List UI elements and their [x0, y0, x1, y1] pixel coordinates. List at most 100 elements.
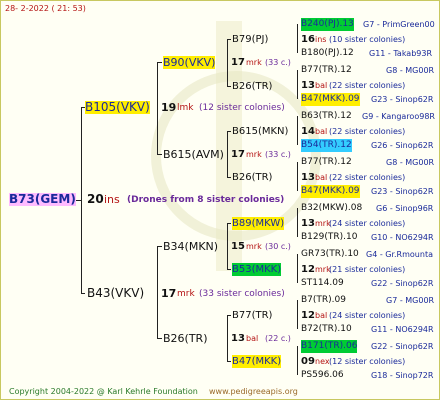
connector	[157, 62, 162, 63]
gen3-node[interactable]: B53(MKK)	[232, 263, 282, 276]
gen3-unit: bal	[315, 173, 328, 182]
gen3-node[interactable]: B77(TR)	[232, 309, 272, 322]
gen4-node[interactable]: B32(MKW).08	[301, 202, 362, 215]
gen1-note: (33 sister colonies)	[199, 289, 285, 299]
connector	[227, 223, 228, 269]
gen2-node[interactable]: B34(MKN)	[163, 240, 218, 253]
root-node[interactable]: B73(GEM)	[9, 193, 76, 206]
gen4-line: G6 - Sinop96R	[376, 204, 434, 213]
gen2-count: 17	[231, 149, 245, 160]
copyright: Copyright 2004-2022 @ Karl Kehrle Founda…	[9, 387, 198, 396]
connector	[297, 162, 298, 191]
connector	[297, 300, 298, 329]
gen3-note: (21 sister colonies)	[329, 265, 406, 274]
gen2-node[interactable]: B615(AVM)	[163, 148, 224, 161]
gen4-node[interactable]: B171(TR).06	[301, 340, 358, 353]
connector	[227, 315, 231, 316]
gen2-count: 17	[231, 57, 245, 68]
gen3-node[interactable]: B26(TR)	[232, 171, 272, 184]
gen3-unit: bal	[315, 81, 328, 90]
gen3-note: (24 sister colonies)	[329, 311, 406, 320]
root-count: 20	[87, 192, 104, 206]
connector	[227, 269, 231, 270]
gen3-node[interactable]: B26(TR)	[232, 80, 272, 93]
gen4-node[interactable]: ST114.09	[301, 277, 344, 290]
gen2-node[interactable]: B26(TR)	[163, 332, 208, 345]
connector	[227, 131, 231, 132]
gen2-count: 15	[231, 241, 245, 252]
gen4-node[interactable]: GR73(TR).10	[301, 248, 359, 261]
gen1-node[interactable]: B105(VKV)	[85, 101, 150, 114]
connector	[157, 62, 158, 154]
gen2-unit: mrk	[246, 242, 262, 251]
gen2-note: (30 c.)	[265, 242, 291, 251]
gen4-node[interactable]: B63(TR).12	[301, 110, 352, 123]
date-stamp: 28- 2-2022 ( 21: 53)	[5, 4, 86, 13]
gen3-count: 12	[301, 264, 315, 275]
gen3-count: 16	[301, 34, 315, 45]
gen2-unit: mrk	[246, 58, 262, 67]
gen4-line: G11 - NO6294R	[371, 325, 434, 334]
gen3-count: 13	[301, 80, 315, 91]
gen4-line: G4 - Gr.Rmounta	[366, 250, 433, 259]
gen1-node[interactable]: B43(VKV)	[87, 287, 144, 300]
gen2-note: (22 c.)	[265, 334, 291, 343]
gen3-unit: nex	[315, 357, 330, 366]
gen3-node[interactable]: B89(MKW)	[232, 217, 285, 230]
gen4-node[interactable]: B47(MKK).09	[301, 93, 360, 106]
gen2-unit: mrk	[246, 150, 262, 159]
gen4-node[interactable]: B54(TR).12	[301, 139, 352, 152]
connector	[157, 246, 162, 247]
gen2-note: (33 c.)	[265, 150, 291, 159]
connector	[227, 223, 231, 224]
gen3-note: (10 sister colonies)	[329, 35, 406, 44]
gen2-note: (33 c.)	[265, 58, 291, 67]
connector	[227, 86, 231, 87]
connector	[157, 154, 162, 155]
gen3-count: 14	[301, 126, 315, 137]
gen3-count: 12	[301, 310, 315, 321]
gen3-count: 09	[301, 356, 315, 367]
gen4-line: G7 - MG00R	[386, 296, 435, 305]
gen4-line: G26 - Sinop62R	[371, 141, 434, 150]
gen4-node[interactable]: B7(TR).09	[301, 294, 346, 307]
gen4-line: G23 - Sinop62R	[371, 95, 434, 104]
gen4-node[interactable]: B240(PJ).13	[301, 18, 354, 31]
gen4-line: G18 - Sinop72R	[371, 371, 434, 380]
connector	[297, 208, 298, 237]
gen3-unit: ins	[315, 35, 327, 44]
connector	[297, 24, 298, 53]
gen1-count: 19	[161, 101, 177, 114]
gen3-node[interactable]: B615(MKN)	[232, 125, 288, 138]
connector	[227, 361, 231, 362]
connector	[227, 131, 228, 177]
gen4-node[interactable]: B77(TR).12	[301, 156, 352, 169]
connector	[157, 246, 158, 338]
gen3-unit: bal	[315, 127, 328, 136]
gen1-count: 17	[161, 287, 177, 300]
gen1-note: (12 sister colonies)	[199, 103, 285, 113]
connector	[227, 39, 228, 86]
gen2-count: 13	[231, 333, 245, 344]
root-unit: ins	[104, 193, 120, 206]
connector	[157, 338, 162, 339]
gen4-line: G9 - Kangaroo98R	[362, 112, 435, 121]
connector	[297, 116, 298, 145]
gen3-count: 13	[301, 172, 315, 183]
gen4-node[interactable]: PS596.06	[301, 369, 344, 382]
site-link[interactable]: www.pedigreeapis.org	[209, 387, 298, 397]
gen4-node[interactable]: B47(MKK).09	[301, 185, 360, 198]
gen3-node[interactable]: B79(PJ)	[232, 33, 268, 46]
gen4-node[interactable]: B72(TR).10	[301, 323, 352, 336]
gen1-unit: mrk	[177, 289, 195, 299]
gen3-note: (22 sister colonies)	[329, 127, 406, 136]
gen4-line: G22 - Sinop62R	[371, 279, 434, 288]
gen3-node[interactable]: B47(MKK)	[232, 355, 282, 368]
gen4-node[interactable]: B77(TR).12	[301, 64, 352, 77]
gen4-node[interactable]: B129(TR).10	[301, 231, 357, 244]
gen2-node[interactable]: B90(VKV)	[163, 56, 216, 69]
connector	[227, 315, 228, 361]
gen4-line: G23 - Sinop62R	[371, 187, 434, 196]
gen4-node[interactable]: B180(PJ).12	[301, 47, 354, 60]
gen2-unit: bal	[246, 334, 259, 343]
